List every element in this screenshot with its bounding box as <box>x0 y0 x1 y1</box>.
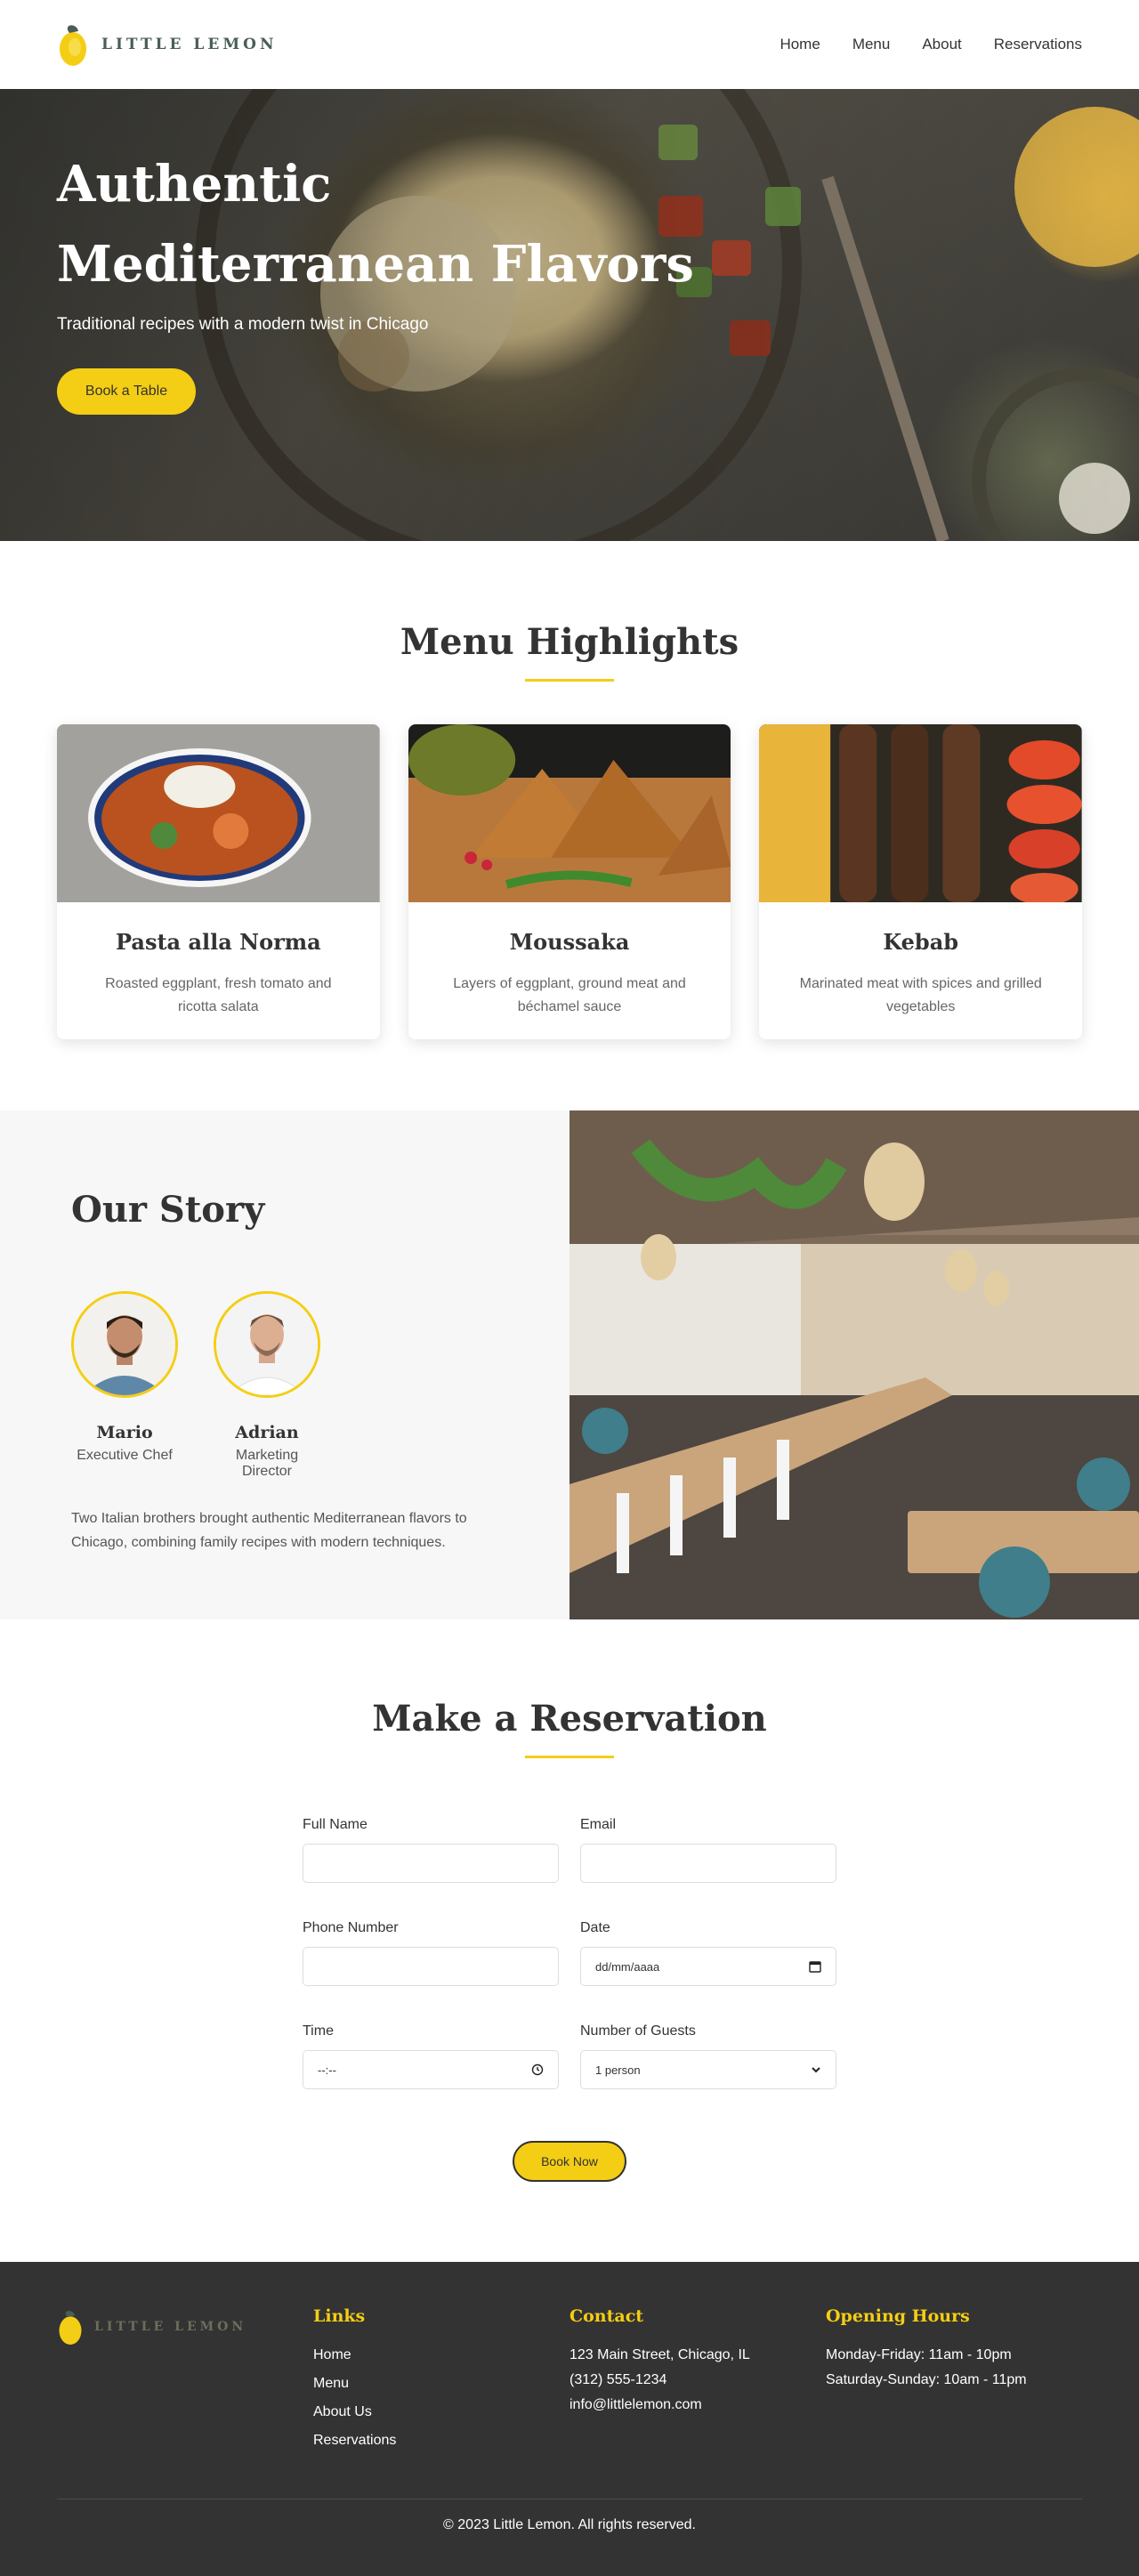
avatar <box>71 1291 178 1398</box>
contact-address: 123 Main Street, Chicago, IL <box>570 2347 750 2362</box>
site-footer: LITTLE LEMON Links Home Menu About Us Re… <box>0 2262 1139 2576</box>
full-name-label: Full Name <box>303 1817 368 1832</box>
guests-value: 1 person <box>595 2063 641 2077</box>
date-group: Date dd/mm/aaaa <box>580 1920 836 1986</box>
nav-about[interactable]: About <box>922 36 961 53</box>
guests-group: Number of Guests 1 person <box>580 2023 836 2089</box>
date-label: Date <box>580 1920 610 1935</box>
site-header: LITTLE LEMON Home Menu About Reservation… <box>0 0 1139 89</box>
footer-link-about[interactable]: About Us <box>313 2404 570 2420</box>
clock-icon[interactable] <box>531 2063 544 2076</box>
footer-contact: Contact 123 Main Street, Chicago, IL (31… <box>570 2306 826 2461</box>
footer-links: Links Home Menu About Us Reservations <box>313 2306 570 2461</box>
person-card: Mario Executive Chef <box>71 1291 178 1480</box>
story-content: Our Story Mario Executive Chef Adrian Ma… <box>0 1110 570 1619</box>
time-value: --:-- <box>318 2063 336 2077</box>
nav-reservations[interactable]: Reservations <box>994 36 1082 53</box>
copyright: © 2023 Little Lemon. All rights reserved… <box>443 2517 696 2532</box>
title-underline <box>525 679 614 682</box>
time-group: Time --:-- <box>303 2023 559 2089</box>
submit-wrap: Book Now <box>0 2141 1139 2182</box>
menu-card[interactable]: Kebab Marinated meat with spices and gri… <box>759 724 1083 1039</box>
hours-weekend: Saturday-Sunday: 10am - 11pm <box>826 2372 1027 2387</box>
reservation-title: Make a Reservation <box>372 1698 767 1740</box>
dish-image <box>57 724 380 902</box>
email-group: Email <box>580 1817 836 1883</box>
footer-brand-name: LITTLE LEMON <box>94 2320 247 2334</box>
main-nav: Home Menu About Reservations <box>780 36 1082 53</box>
dish-name: Kebab <box>883 929 959 955</box>
footer-link-reservations[interactable]: Reservations <box>313 2433 570 2449</box>
chevron-down-icon <box>812 2067 820 2073</box>
footer-columns: LITTLE LEMON Links Home Menu About Us Re… <box>57 2306 1082 2461</box>
footer-links-title: Links <box>313 2306 366 2326</box>
date-field[interactable]: dd/mm/aaaa <box>580 1947 836 1986</box>
phone-group: Phone Number <box>303 1920 559 1986</box>
book-now-button[interactable]: Book Now <box>513 2141 626 2182</box>
date-value: dd/mm/aaaa <box>595 1959 660 1974</box>
menu-card[interactable]: Moussaka Layers of eggplant, ground meat… <box>408 724 731 1039</box>
menu-highlights: Menu Highlights Pasta alla Norma Roasted… <box>0 541 1139 1110</box>
nav-home[interactable]: Home <box>780 36 820 53</box>
hero: Authentic Mediterranean Flavors Traditio… <box>0 89 1139 541</box>
footer-brand: LITTLE LEMON <box>57 2306 313 2461</box>
dish-description: Roasted eggplant, fresh tomato and ricot… <box>105 976 332 1014</box>
menu-cards: Pasta alla Norma Roasted eggplant, fresh… <box>57 724 1083 1039</box>
lemon-logo-icon <box>60 25 86 66</box>
hours-weekdays: Monday-Friday: 11am - 10pm <box>826 2347 1012 2362</box>
dish-image <box>759 724 1083 902</box>
book-table-button[interactable]: Book a Table <box>57 368 196 415</box>
nav-menu[interactable]: Menu <box>852 36 891 53</box>
guests-select[interactable]: 1 person <box>580 2050 836 2089</box>
hero-title-line-1: Authentic <box>57 155 332 214</box>
menu-card[interactable]: Pasta alla Norma Roasted eggplant, fresh… <box>57 724 380 1039</box>
lemon-logo-icon <box>59 2311 82 2345</box>
person-name: Mario <box>96 1423 153 1442</box>
phone-label: Phone Number <box>303 1920 399 1935</box>
contact-phone: (312) 555-1234 <box>570 2372 667 2387</box>
avatar <box>214 1291 320 1398</box>
dish-name: Pasta alla Norma <box>115 929 321 955</box>
reservation-form: Full Name Email Phone Number Date dd/mm/… <box>303 1817 836 2089</box>
person-card: Adrian Marketing Director <box>214 1291 320 1480</box>
dish-name: Moussaka <box>509 929 630 955</box>
dish-image <box>408 724 731 902</box>
person-role: Executive Chef <box>77 1448 173 1463</box>
guests-label: Number of Guests <box>580 2023 696 2039</box>
title-underline <box>525 1756 614 1758</box>
story-title: Our Story <box>71 1189 265 1231</box>
calendar-icon[interactable] <box>809 1960 821 1973</box>
hero-subtitle: Traditional recipes with a modern twist … <box>57 315 429 334</box>
dish-description: Marinated meat with spices and grilled v… <box>799 976 1042 1014</box>
contact-email: info@littlelemon.com <box>570 2397 702 2412</box>
founders: Mario Executive Chef Adrian Marketing Di… <box>71 1291 498 1480</box>
person-role: Marketing Director <box>235 1448 299 1479</box>
logo[interactable]: LITTLE LEMON <box>57 22 278 67</box>
full-name-field[interactable] <box>303 1844 559 1883</box>
footer-contact-title: Contact <box>570 2306 644 2326</box>
email-label: Email <box>580 1817 617 1832</box>
hero-content: Authentic Mediterranean Flavors Traditio… <box>57 144 694 415</box>
hero-title: Authentic Mediterranean Flavors <box>57 144 694 304</box>
person-name: Adrian <box>235 1423 299 1442</box>
restaurant-interior-image <box>570 1110 1139 1619</box>
our-story: Our Story Mario Executive Chef Adrian Ma… <box>0 1110 1139 1619</box>
footer-hours-title: Opening Hours <box>826 2306 970 2326</box>
hero-title-line-2: Mediterranean Flavors <box>57 235 694 294</box>
footer-link-home[interactable]: Home <box>313 2347 570 2363</box>
dish-description: Layers of eggplant, ground meat and béch… <box>453 976 686 1014</box>
footer-hours: Opening Hours Monday-Friday: 11am - 10pm… <box>826 2306 1082 2461</box>
phone-field[interactable] <box>303 1947 559 1986</box>
menu-title: Menu Highlights <box>400 621 739 663</box>
full-name-group: Full Name <box>303 1817 559 1883</box>
footer-link-menu[interactable]: Menu <box>313 2376 570 2392</box>
brand-name: LITTLE LEMON <box>101 36 278 53</box>
story-description: Two Italian brothers brought authentic M… <box>71 1511 467 1550</box>
time-label: Time <box>303 2023 334 2039</box>
time-field[interactable]: --:-- <box>303 2050 559 2089</box>
reservation-section: Make a Reservation Full Name Email Phone… <box>0 1619 1139 2262</box>
email-field[interactable] <box>580 1844 836 1883</box>
